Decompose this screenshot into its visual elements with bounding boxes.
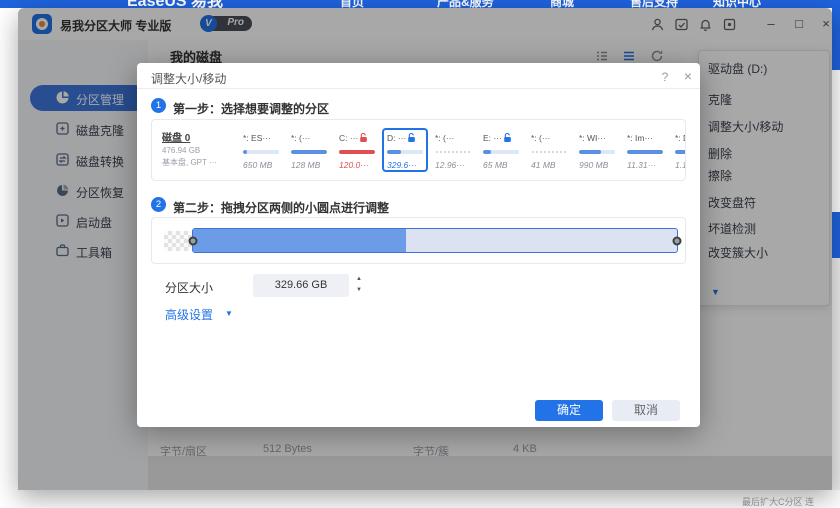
- partition-tile-unallocated-2[interactable]: *: (··· 41 MB: [526, 128, 572, 172]
- partition-tile-msr[interactable]: *: (··· 128 MB: [286, 128, 332, 172]
- browser-edge-gray: [832, 258, 840, 490]
- browser-menu-support[interactable]: 售后支持: [630, 0, 678, 8]
- disk-info-cell: 磁盘 0 476.94 GB 基本盘, GPT ···: [162, 128, 238, 172]
- dialog-header: 调整大小/移动 ? ×: [137, 63, 700, 89]
- advanced-settings-link[interactable]: 高级设置: [165, 306, 213, 323]
- cancel-button[interactable]: 取消: [612, 400, 680, 421]
- stepper-up-icon[interactable]: ▲: [353, 274, 365, 285]
- partition-tile-unallocated-1[interactable]: *: (··· 12.96···: [430, 128, 476, 172]
- browser-edge-sliver: [832, 8, 840, 70]
- resize-handle-right[interactable]: [673, 236, 682, 245]
- unlock-icon: [407, 133, 416, 143]
- partition-size-input[interactable]: 329.66 GB: [253, 274, 349, 297]
- browser-menu-store[interactable]: 商城: [550, 0, 574, 8]
- partition-resize-bar[interactable]: [192, 228, 678, 253]
- disk-type: 基本盘, GPT ···: [162, 157, 238, 168]
- step-1-number: 1: [151, 98, 166, 113]
- disk-size: 476.94 GB: [162, 146, 238, 155]
- partition-tile-c[interactable]: C: ··· 120.0···: [334, 128, 380, 172]
- resize-handle-left[interactable]: [189, 236, 198, 245]
- step-2-text: 第二步：拖拽分区两侧的小圆点进行调整: [173, 199, 389, 216]
- ok-button[interactable]: 确定: [535, 400, 603, 421]
- partition-tile-e[interactable]: E: ··· 65 MB: [478, 128, 524, 172]
- size-stepper: ▲ ▼: [353, 274, 365, 297]
- browser-header-strip: EaseUS 易我 首页 产品&服务 商城 售后支持 知识中心: [0, 0, 840, 8]
- advanced-caret-icon[interactable]: ▼: [225, 309, 233, 318]
- dialog-close-icon[interactable]: ×: [680, 68, 696, 84]
- unlock-icon: [359, 133, 368, 143]
- browser-edge-blue-block: [832, 212, 840, 258]
- taskbar-note: 最后扩大C分区 连: [742, 495, 814, 508]
- browser-menu-knowledge[interactable]: 知识中心: [713, 0, 761, 8]
- resize-move-dialog: 调整大小/移动 ? × 1 第一步：选择想要调整的分区 磁盘 0 476.94 …: [137, 63, 700, 427]
- partition-tile-de[interactable]: *: DE 1.15 (: [670, 128, 686, 172]
- step-2-number: 2: [151, 197, 166, 212]
- step-1-text: 第一步：选择想要调整的分区: [173, 100, 329, 117]
- partition-tile-image[interactable]: *: Im··· 11.31···: [622, 128, 668, 172]
- partition-selector-strip: 磁盘 0 476.94 GB 基本盘, GPT ··· *: ES··· 650…: [151, 119, 686, 181]
- partition-tile-es[interactable]: *: ES··· 650 MB: [238, 128, 284, 172]
- resize-slider-box: [151, 217, 686, 264]
- browser-logo: EaseUS 易我: [127, 0, 223, 8]
- unlock-icon: [503, 133, 512, 143]
- used-space-fill: [193, 229, 406, 252]
- help-icon[interactable]: ?: [657, 69, 673, 85]
- browser-menu-home[interactable]: 首页: [340, 0, 364, 8]
- stepper-down-icon[interactable]: ▼: [353, 285, 365, 296]
- partition-tile-winre[interactable]: *: WI··· 990 MB: [574, 128, 620, 172]
- disk-name: 磁盘 0: [162, 129, 238, 144]
- browser-menu-products[interactable]: 产品&服务: [437, 0, 494, 8]
- dialog-title: 调整大小/移动: [151, 70, 226, 87]
- partition-size-label: 分区大小: [165, 279, 213, 296]
- partition-tile-d-selected[interactable]: D: ··· 329.6···: [382, 128, 428, 172]
